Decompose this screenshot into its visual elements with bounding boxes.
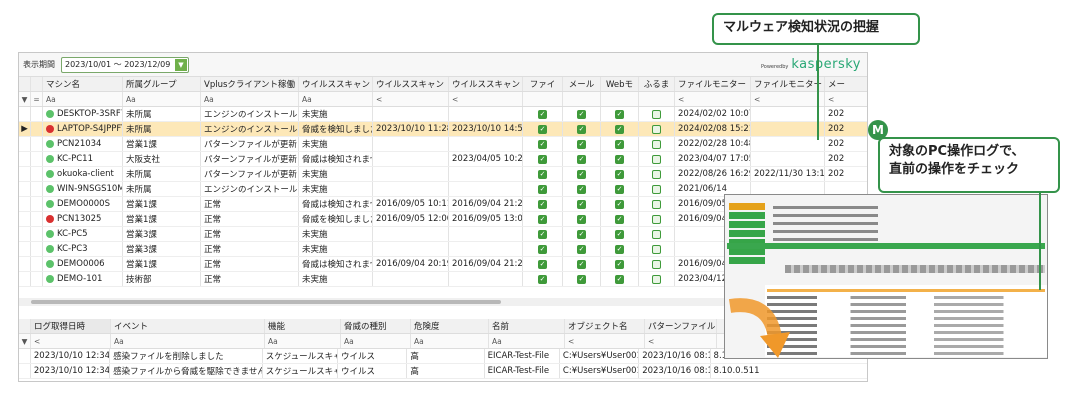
callout-malware-text: マルウェア検知状況の把握 <box>723 20 880 35</box>
m-badge-icon: M <box>868 120 888 140</box>
callout-oplog-line1: 対象のPC操作ログで、 <box>889 144 1025 159</box>
arrow-head <box>760 332 790 358</box>
callout-oplog: 対象のPC操作ログで、 直前の操作をチェック <box>878 137 1060 193</box>
callout-oplog-line2: 直前の操作をチェック <box>889 162 1020 178</box>
callout-connectors <box>728 45 1041 358</box>
arrow-shaft <box>728 298 782 340</box>
page: 表示期間 2023/10/01 ～ 2023/12/09 ▼ Poweredby… <box>0 0 1071 394</box>
callout-malware: マルウェア検知状況の把握 <box>712 13 920 45</box>
